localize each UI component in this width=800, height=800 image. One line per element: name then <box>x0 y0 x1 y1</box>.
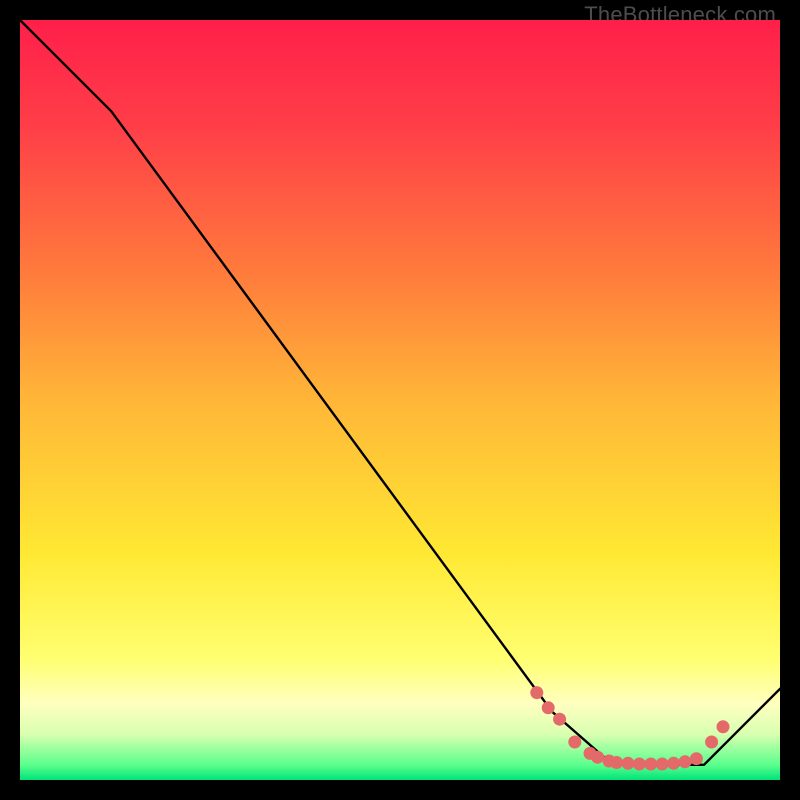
chart-frame: TheBottleneck.com <box>0 0 800 800</box>
highlight-marker <box>622 757 635 770</box>
highlight-marker <box>633 758 646 771</box>
highlight-marker <box>705 736 718 749</box>
highlight-marker <box>679 755 692 768</box>
highlight-marker <box>690 752 703 765</box>
highlight-marker <box>542 701 555 714</box>
highlight-marker <box>568 736 581 749</box>
highlight-marker <box>644 758 657 771</box>
chart-overlay <box>20 20 780 780</box>
highlight-marker <box>610 756 623 769</box>
highlight-marker <box>591 751 604 764</box>
highlight-marker <box>717 720 730 733</box>
gradient-plot-area <box>20 20 780 780</box>
bottleneck-curve-line <box>20 20 780 765</box>
highlight-marker <box>553 713 566 726</box>
highlight-marker <box>667 757 680 770</box>
highlight-marker-group <box>530 686 729 770</box>
highlight-marker <box>656 758 669 771</box>
highlight-marker <box>530 686 543 699</box>
